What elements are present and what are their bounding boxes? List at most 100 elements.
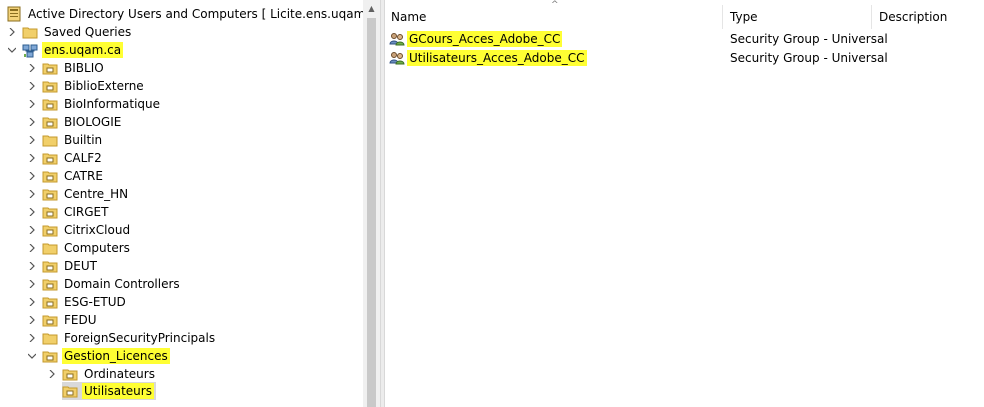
tree-item-label: FEDU [64, 313, 97, 327]
ou-folder-icon [42, 150, 58, 166]
scrollbar-thumb[interactable] [367, 18, 376, 407]
chevron-right-icon[interactable] [26, 203, 38, 221]
tree-item-ou[interactable]: BioInformatique [26, 95, 162, 113]
chevron-right-icon[interactable] [26, 293, 38, 311]
tree-item-label: Utilisateurs [82, 383, 154, 399]
list-item-type: Security Group - Universal [730, 50, 888, 65]
column-header-name[interactable]: Name [385, 5, 723, 29]
ou-folder-icon [42, 312, 58, 328]
tree-item-label: CitrixCloud [64, 223, 131, 237]
chevron-right-icon[interactable] [26, 257, 38, 275]
chevron-right-icon[interactable] [26, 185, 38, 203]
tree-item-ou[interactable]: DEUT [26, 257, 99, 275]
tree-item-ou[interactable]: Centre_HN [26, 185, 130, 203]
tree-item-ou[interactable]: CALF2 [26, 149, 104, 167]
chevron-right-icon[interactable] [26, 275, 38, 293]
tree-root[interactable]: Active Directory Users and Computers [ L… [6, 5, 363, 23]
ou-folder-icon [42, 204, 58, 220]
tree-item-label: Saved Queries [44, 25, 132, 39]
ou-folder-icon [42, 60, 58, 76]
tree-item-label: Builtin [64, 133, 103, 147]
chevron-down-icon[interactable] [26, 347, 38, 365]
ou-folder-icon [42, 114, 58, 130]
tree-item-ordinateurs[interactable]: Ordinateurs [46, 365, 157, 383]
security-group-icon [389, 31, 405, 47]
tree-scrollbar[interactable]: ▲ [363, 0, 380, 407]
list-item-name: Utilisateurs_Acces_Adobe_CC [407, 49, 587, 66]
tree-item-label: BIOLOGIE [64, 115, 122, 129]
tree-item-ou[interactable]: FEDU [26, 311, 99, 329]
tree-item-label: BioInformatique [64, 97, 161, 111]
tree-item-ou[interactable]: ForeignSecurityPrincipals [26, 329, 217, 347]
column-header-description[interactable]: Description [873, 5, 984, 29]
tree-item-saved-queries[interactable]: Saved Queries [6, 23, 133, 41]
tree-item-ou[interactable]: Gestion_Licences [26, 347, 170, 365]
tree-item-label: CATRE [64, 169, 103, 183]
tree-item-ou[interactable]: BiblioExterne [26, 77, 146, 95]
tree-item-ou[interactable]: CitrixCloud [26, 221, 132, 239]
chevron-right-icon[interactable] [26, 311, 38, 329]
chevron-down-icon[interactable] [6, 41, 18, 59]
ou-folder-icon [42, 294, 58, 310]
tree-item-label: Centre_HN [64, 187, 129, 201]
domain-icon [22, 42, 38, 58]
folder-icon [42, 330, 58, 346]
tree-root-label: Active Directory Users and Computers [ L… [28, 7, 363, 21]
ou-folder-icon [62, 383, 78, 399]
tree-item-utilisateurs[interactable]: Utilisateurs [62, 382, 156, 400]
folder-icon [22, 24, 38, 40]
ou-folder-icon [62, 366, 78, 382]
tree-item-ou[interactable]: Domain Controllers [26, 275, 182, 293]
tree-item-ou[interactable]: BIOLOGIE [26, 113, 123, 131]
tree-item-ou[interactable]: CATRE [26, 167, 105, 185]
console-tree[interactable]: Active Directory Users and Computers [ L… [0, 0, 363, 407]
chevron-right-icon[interactable] [26, 221, 38, 239]
tree-item-ou[interactable]: BIBLIO [26, 59, 106, 77]
tree-item-label: CIRGET [64, 205, 109, 219]
folder-icon [42, 132, 58, 148]
tree-item-ou[interactable]: CIRGET [26, 203, 110, 221]
chevron-right-icon[interactable] [46, 365, 58, 383]
tree-item-ou[interactable]: ESG-ETUD [26, 293, 128, 311]
column-header-type[interactable]: Type [724, 5, 872, 29]
tree-item-ou[interactable]: Computers [26, 239, 132, 257]
tree-item-label: ens.uqam.ca [42, 42, 124, 58]
chevron-right-icon[interactable] [26, 167, 38, 185]
chevron-right-icon[interactable] [26, 149, 38, 167]
tree-item-domain[interactable]: ens.uqam.ca [6, 41, 124, 59]
list-item[interactable]: Utilisateurs_Acces_Adobe_CC Security Grou… [389, 48, 979, 67]
tree-item-label: CALF2 [64, 151, 102, 165]
tree-item-label: Ordinateurs [84, 367, 155, 381]
tree-item-label: DEUT [64, 259, 97, 273]
ou-folder-icon [42, 258, 58, 274]
ou-folder-icon [42, 96, 58, 112]
folder-icon [42, 240, 58, 256]
details-list[interactable]: ^ Name Type Description GCours_Acces_Ado… [385, 0, 984, 407]
tree-item-label: Gestion_Licences [62, 348, 170, 364]
tree-item-label: ESG-ETUD [64, 295, 126, 309]
chevron-right-icon[interactable] [26, 113, 38, 131]
chevron-right-icon[interactable] [26, 239, 38, 257]
ou-folder-icon [42, 348, 58, 364]
ou-folder-icon [42, 276, 58, 292]
security-group-icon [389, 50, 405, 66]
ou-folder-icon [42, 222, 58, 238]
chevron-right-icon[interactable] [6, 23, 18, 41]
list-item[interactable]: GCours_Acces_Adobe_CC Security Group - Un… [389, 29, 979, 48]
chevron-right-icon[interactable] [26, 77, 38, 95]
chevron-right-icon[interactable] [26, 329, 38, 347]
list-item-type: Security Group - Universal [730, 31, 888, 46]
list-item-name: GCours_Acces_Adobe_CC [407, 30, 563, 47]
tree-item-ou[interactable]: Builtin [26, 131, 104, 149]
scroll-up-arrow-icon[interactable]: ▲ [363, 0, 380, 17]
tree-item-label: ForeignSecurityPrincipals [64, 331, 216, 345]
tree-item-label: Domain Controllers [64, 277, 180, 291]
chevron-right-icon[interactable] [26, 59, 38, 77]
chevron-right-icon[interactable] [26, 131, 38, 149]
tree-item-label: Computers [64, 241, 130, 255]
ou-folder-icon [42, 168, 58, 184]
console-icon [6, 6, 22, 22]
ou-folder-icon [42, 78, 58, 94]
chevron-right-icon[interactable] [26, 95, 38, 113]
tree-item-label: BiblioExterne [64, 79, 144, 93]
